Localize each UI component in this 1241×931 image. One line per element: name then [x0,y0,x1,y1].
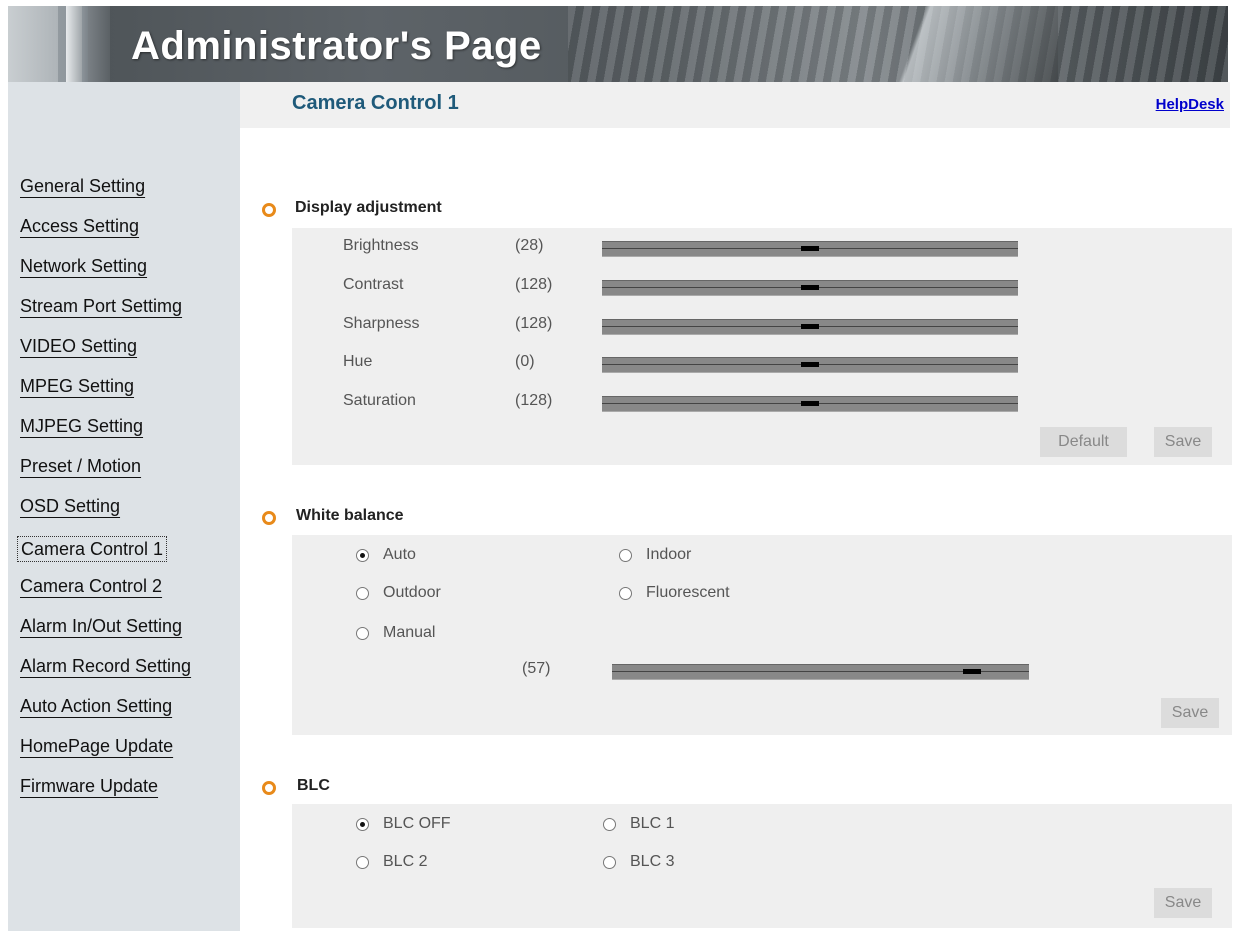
radio-icon[interactable] [603,818,616,831]
sharpness-label: Sharpness [343,315,420,332]
sidebar-item-video-setting[interactable]: VIDEO Setting [20,330,137,362]
brightness-slider[interactable] [602,241,1018,257]
sidebar-item-camera-control-2[interactable]: Camera Control 2 [20,570,162,602]
option-label: Fluorescent [646,584,730,601]
hue-label: Hue [343,353,373,370]
sidebar-item-alarm-record-setting[interactable]: Alarm Record Setting [20,650,191,682]
sharpness-slider[interactable] [602,319,1018,335]
banner-screen-image [858,6,1058,82]
section-title: White balance [296,507,404,524]
option-label: Indoor [646,546,692,563]
section-title: BLC [297,777,330,794]
brightness-label: Brightness [343,237,419,254]
saturation-value: (128) [515,392,553,409]
radio-icon[interactable] [603,856,616,869]
radio-checked-icon[interactable] [356,549,369,562]
radio-icon[interactable] [619,587,632,600]
blc-panel: BLC OFF BLC 1 BLC 2 BLC 3 Save [292,804,1232,928]
slider-thumb[interactable] [801,362,819,367]
radio-icon[interactable] [356,856,369,869]
display-save-button[interactable]: Save [1154,427,1212,457]
sharpness-value: (128) [515,315,553,332]
saturation-slider[interactable] [602,396,1018,412]
sidebar: General Setting Access Setting Network S… [8,82,240,931]
option-label: BLC 2 [383,853,428,870]
saturation-label: Saturation [343,392,416,409]
section-title: Display adjustment [295,199,442,216]
blc-save-button[interactable]: Save [1154,888,1212,918]
sidebar-item-mjpeg-setting[interactable]: MJPEG Setting [20,410,143,442]
brightness-value: (28) [515,237,544,254]
option-label: BLC 3 [630,853,675,870]
display-adjustment-panel: Brightness (28) Contrast (128) Sharpness… [292,228,1232,465]
page-title: Camera Control 1 [292,92,459,114]
white-balance-save-button[interactable]: Save [1161,698,1219,728]
banner-decoration [8,6,58,82]
option-label: BLC OFF [383,815,451,832]
slider-thumb[interactable] [801,324,819,329]
banner-decoration [88,6,110,82]
white-balance-panel: Auto Indoor Outdoor Fluorescent Manual (… [292,535,1232,735]
sidebar-item-network-setting[interactable]: Network Setting [20,250,147,282]
sidebar-item-stream-port-setting[interactable]: Stream Port Settimg [20,290,182,322]
option-label: Auto [383,546,416,563]
slider-thumb[interactable] [801,246,819,251]
orange-bullet-icon [262,781,276,795]
sidebar-item-camera-control-1[interactable]: Camera Control 1 [17,536,168,562]
option-label: Outdoor [383,584,441,601]
contrast-value: (128) [515,276,553,293]
slider-thumb[interactable] [801,285,819,290]
manual-value: (57) [522,660,551,677]
sidebar-item-preset-motion[interactable]: Preset / Motion [20,450,141,482]
sidebar-item-firmware-update[interactable]: Firmware Update [20,770,158,802]
slider-thumb[interactable] [963,669,981,674]
sidebar-item-access-setting[interactable]: Access Setting [20,210,139,242]
sidebar-item-homepage-update[interactable]: HomePage Update [20,730,173,762]
radio-icon[interactable] [619,549,632,562]
sidebar-item-auto-action-setting[interactable]: Auto Action Setting [20,690,172,722]
helpdesk-link[interactable]: HelpDesk [1156,96,1224,113]
hue-value: (0) [515,353,535,370]
slider-thumb[interactable] [801,401,819,406]
default-button[interactable]: Default [1040,427,1127,457]
orange-bullet-icon [262,511,276,525]
page-header-title: Administrator's Page [131,24,542,68]
sidebar-item-alarm-in-out-setting[interactable]: Alarm In/Out Setting [20,610,182,642]
sidebar-item-osd-setting[interactable]: OSD Setting [20,490,120,522]
contrast-slider[interactable] [602,280,1018,296]
contrast-label: Contrast [343,276,404,293]
option-label: Manual [383,624,436,641]
radio-icon[interactable] [356,587,369,600]
option-label: BLC 1 [630,815,675,832]
radio-icon[interactable] [356,627,369,640]
orange-bullet-icon [262,203,276,217]
manual-wb-slider[interactable] [612,664,1029,680]
banner-decoration [66,6,82,82]
hue-slider[interactable] [602,357,1018,373]
radio-checked-icon[interactable] [356,818,369,831]
header-banner: Administrator's Page [8,6,1228,82]
page-title-bar: Camera Control 1 HelpDesk [240,82,1230,128]
sidebar-item-general-setting[interactable]: General Setting [20,170,145,202]
sidebar-item-mpeg-setting[interactable]: MPEG Setting [20,370,134,402]
